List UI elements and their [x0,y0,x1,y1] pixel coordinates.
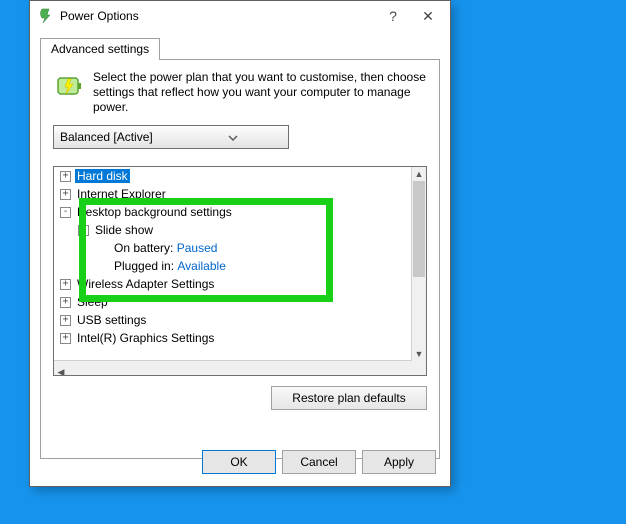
cancel-button[interactable]: Cancel [282,450,356,474]
button-label: Restore plan defaults [292,391,405,405]
tree-item-intel-graphics[interactable]: + Intel(R) Graphics Settings [54,329,412,347]
scroll-up-icon[interactable]: ▲ [412,167,426,181]
tree-label: Sleep [75,295,110,309]
dialog-button-row: OK Cancel Apply [202,450,436,474]
settings-tree: + Hard disk + Internet Explorer - Deskto… [53,166,427,376]
button-label: Apply [384,455,414,469]
battery-icon [53,70,85,102]
intro-row: Select the power plan that you want to c… [41,60,439,121]
scroll-track[interactable] [71,361,401,375]
tree-item-usb[interactable]: + USB settings [54,311,412,329]
titlebar: Power Options ? ✕ [30,1,450,31]
power-options-dialog: Power Options ? ✕ Advanced settings Sele… [29,0,451,487]
scroll-corner [412,361,426,375]
tree-label: Slide show [93,223,155,237]
plan-selected: Balanced [Active] [54,130,171,144]
power-options-icon [38,8,54,24]
tree-label: Intel(R) Graphics Settings [75,331,216,345]
tree-item-on-battery[interactable]: On battery: Paused [54,239,412,257]
button-label: OK [230,455,247,469]
ok-button[interactable]: OK [202,450,276,474]
expand-icon[interactable]: + [60,315,71,326]
tree-label: USB settings [75,313,148,327]
scroll-down-icon[interactable]: ▼ [412,347,426,361]
tree-label: Desktop background settings [75,205,234,219]
tree-item-slide-show[interactable]: - Slide show [54,221,412,239]
expand-icon[interactable]: + [60,189,71,200]
apply-button[interactable]: Apply [362,450,436,474]
tree-item-sleep[interactable]: + Sleep [54,293,412,311]
button-label: Cancel [300,455,337,469]
tree-label: Internet Explorer [75,187,168,201]
setting-value[interactable]: Paused [177,241,218,255]
tree-viewport: + Hard disk + Internet Explorer - Deskto… [54,167,412,361]
tree-item-desktop-background[interactable]: - Desktop background settings [54,203,412,221]
setting-value[interactable]: Available [177,259,225,273]
expand-icon[interactable]: + [60,333,71,344]
tree-label: Hard disk [75,169,130,183]
close-button[interactable]: ✕ [408,8,448,25]
tree-item-wireless[interactable]: + Wireless Adapter Settings [54,275,412,293]
intro-text: Select the power plan that you want to c… [93,70,427,115]
scroll-left-icon[interactable]: ◀ [54,366,68,377]
window-title: Power Options [60,9,378,23]
collapse-icon[interactable]: - [78,225,89,236]
collapse-icon[interactable]: - [60,207,71,218]
help-button[interactable]: ? [378,8,408,24]
expand-icon[interactable]: + [60,171,71,182]
tree-item-internet-explorer[interactable]: + Internet Explorer [54,185,412,203]
horizontal-scrollbar[interactable]: ◀ ▶ [54,360,412,375]
plan-dropdown[interactable]: Balanced [Active] [53,125,289,149]
vertical-scrollbar[interactable]: ▲ ▼ [411,167,426,361]
setting-label: Plugged in: [114,259,174,273]
tree-item-plugged-in[interactable]: Plugged in: Available [54,257,412,275]
expand-icon[interactable]: + [60,297,71,308]
tab-advanced-settings[interactable]: Advanced settings [40,38,160,60]
tab-strip: Advanced settings [40,37,440,59]
scroll-track[interactable] [412,181,426,347]
expand-icon[interactable]: + [60,279,71,290]
tree-item-hard-disk[interactable]: + Hard disk [54,167,412,185]
chevron-down-icon [171,130,288,144]
tree-label: Wireless Adapter Settings [75,277,216,291]
restore-defaults-button[interactable]: Restore plan defaults [271,386,427,410]
setting-label: On battery: [114,241,173,255]
scroll-thumb[interactable] [413,181,425,277]
tab-panel: Select the power plan that you want to c… [40,59,440,459]
